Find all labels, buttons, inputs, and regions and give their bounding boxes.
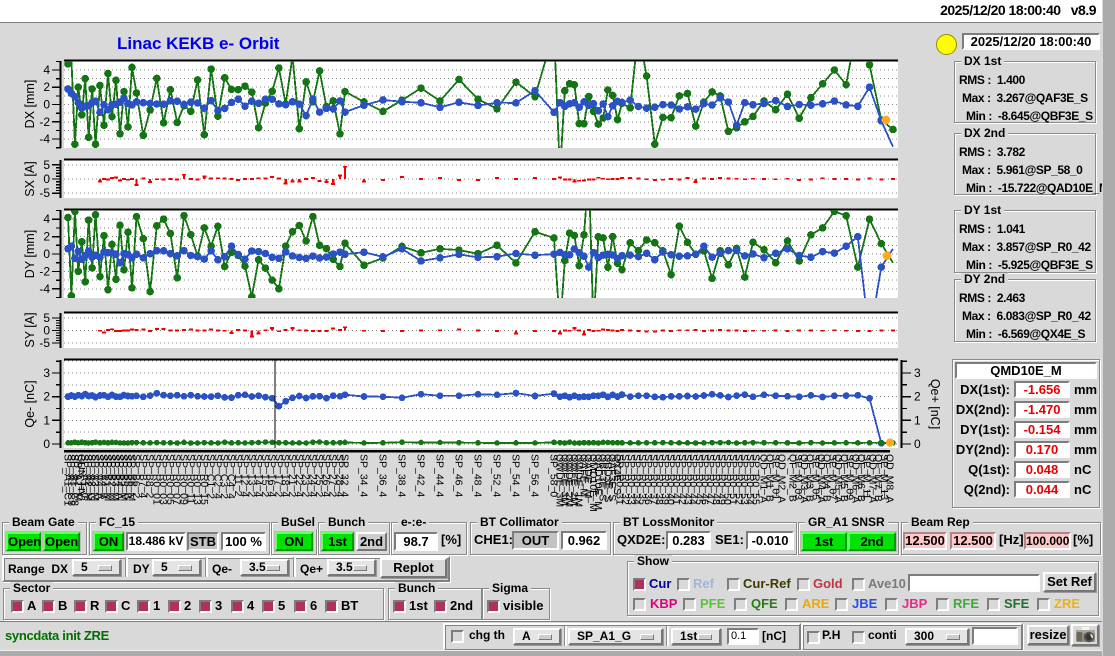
svg-text:-5: -5: [39, 336, 50, 350]
svg-text:3: 3: [43, 366, 50, 380]
svg-text:Qe- [nC]: Qe- [nC]: [23, 380, 37, 427]
svg-text:SP_46_4: SP_46_4: [453, 454, 465, 497]
svg-text:5: 5: [43, 158, 50, 172]
svg-text:-2: -2: [39, 115, 50, 129]
svg-text:0: 0: [43, 98, 50, 112]
svg-text:1: 1: [43, 413, 50, 427]
svg-text:-5: -5: [39, 186, 50, 200]
svg-text:SP_56_4: SP_56_4: [529, 454, 541, 497]
svg-text:-2: -2: [39, 264, 50, 278]
svg-text:SP_32_4: SP_32_4: [339, 454, 351, 497]
svg-text:DY [mm]: DY [mm]: [23, 230, 37, 278]
svg-text:0: 0: [43, 247, 50, 261]
svg-text:QD_M8_A: QD_M8_A: [884, 454, 896, 503]
svg-text:4: 4: [43, 212, 50, 226]
svg-text:SP_42_4: SP_42_4: [415, 454, 427, 497]
svg-text:-4: -4: [39, 132, 50, 146]
svg-text:0: 0: [43, 172, 50, 186]
svg-text:SP_34_4: SP_34_4: [358, 454, 370, 497]
svg-text:0: 0: [43, 437, 50, 451]
svg-text:SX [A]: SX [A]: [23, 161, 37, 196]
svg-text:4: 4: [43, 63, 50, 77]
svg-text:SP_52_4: SP_52_4: [491, 454, 503, 497]
svg-text:0: 0: [914, 437, 921, 451]
svg-text:SP_48_4: SP_48_4: [472, 454, 484, 497]
svg-text:SP_36_4: SP_36_4: [377, 454, 389, 497]
svg-text:SY [A]: SY [A]: [23, 312, 37, 347]
svg-text:1: 1: [914, 413, 921, 427]
svg-text:3: 3: [914, 366, 921, 380]
svg-text:Qe+ [nC]: Qe+ [nC]: [928, 379, 940, 429]
svg-text:SP_38_4: SP_38_4: [396, 454, 408, 497]
svg-text:SP_54_4: SP_54_4: [510, 454, 522, 497]
svg-text:2: 2: [43, 230, 50, 244]
svg-text:2: 2: [914, 390, 921, 404]
svg-text:2: 2: [43, 80, 50, 94]
svg-text:2: 2: [43, 390, 50, 404]
svg-text:SP_44_4: SP_44_4: [434, 454, 446, 497]
svg-text:-4: -4: [39, 282, 50, 296]
svg-text:QD_M2_A: QD_M2_A: [776, 454, 788, 503]
svg-text:DX [mm]: DX [mm]: [23, 80, 37, 129]
